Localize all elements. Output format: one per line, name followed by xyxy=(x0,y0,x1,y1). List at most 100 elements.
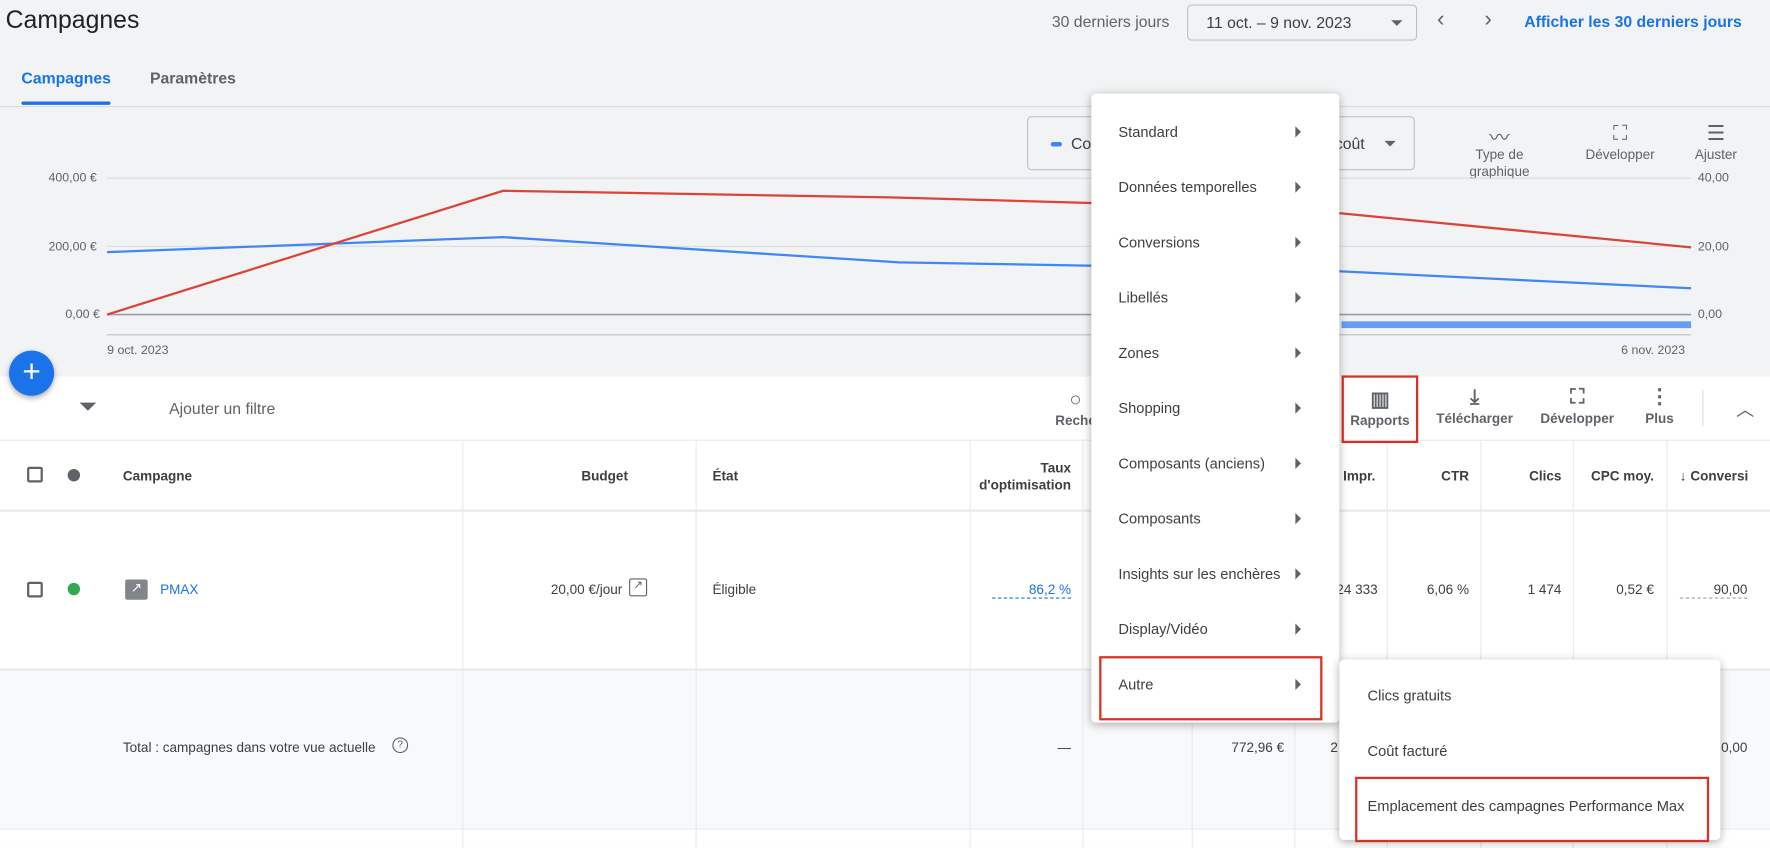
filter-icon[interactable]: ⏷ xyxy=(79,395,97,421)
optimization-score-link[interactable]: 86,2 % xyxy=(992,582,1072,599)
menu-item[interactable]: Composants (anciens) xyxy=(1091,434,1339,489)
bar-chart-icon: ▥ xyxy=(1370,387,1390,411)
clicks-value: 1 474 xyxy=(1527,581,1562,598)
submenu-arrow-icon xyxy=(1295,236,1302,249)
active-tab-indicator xyxy=(21,101,111,105)
submenu-arrow-icon xyxy=(1295,568,1302,580)
submenu-arrow-icon xyxy=(1295,402,1302,414)
submenu-item-label: Clics gratuits xyxy=(1367,687,1452,705)
y-right-tick: 20,00 xyxy=(1697,240,1729,254)
download-button[interactable]: ⤓ Télécharger xyxy=(1435,386,1514,427)
status-enabled-dot xyxy=(67,582,81,596)
y-left-tick: 400,00 € xyxy=(48,171,97,185)
chevron-right-icon[interactable]: › xyxy=(1475,7,1502,33)
tab-parametres[interactable]: Paramètres xyxy=(150,69,236,87)
col-optimization-line1: Taux xyxy=(1040,459,1072,476)
col-status[interactable]: État xyxy=(713,468,739,484)
col-conversions[interactable]: ↓ Conversi xyxy=(1680,468,1750,484)
more-button[interactable]: ⋮ Plus xyxy=(1637,386,1682,427)
row-checkbox[interactable] xyxy=(27,581,43,598)
total-impressions: 2 xyxy=(1330,739,1338,756)
budget-chart-icon[interactable]: ↗ xyxy=(629,578,648,597)
menu-item[interactable]: Composants xyxy=(1091,489,1339,544)
search-icon: ○ xyxy=(1069,387,1082,411)
col-optimization[interactable]: Taux d'optimisation xyxy=(958,460,1071,494)
download-icon: ⤓ xyxy=(1470,385,1480,409)
submenu-arrow-icon xyxy=(1295,678,1302,690)
expand-label: Développer xyxy=(1540,410,1615,427)
expand-button[interactable]: ⛶ Développer xyxy=(1538,386,1617,427)
menu-item-label: Données temporelles xyxy=(1118,178,1257,196)
fullscreen-icon: ⛶ xyxy=(1570,385,1585,409)
other-submenu: Clics gratuits Coût facturé Emplacement de… xyxy=(1339,659,1721,840)
submenu-item[interactable]: Clics gratuits xyxy=(1339,666,1720,721)
ctr-value: 6,06 % xyxy=(1426,581,1469,598)
menu-item-label: Libellés xyxy=(1118,289,1169,307)
submenu-arrow-icon xyxy=(1295,181,1302,193)
series-line-1 xyxy=(106,189,1692,316)
show-last-30-days-link[interactable]: Afficher les 30 derniers jours xyxy=(1524,12,1742,30)
column-divider xyxy=(969,440,971,848)
menu-item-label: Display/Vidéo xyxy=(1118,620,1208,638)
col-avg-cpc[interactable]: CPC moy. xyxy=(1575,468,1654,484)
col-campaign[interactable]: Campagne xyxy=(123,468,192,484)
menu-item[interactable]: Autre xyxy=(1091,655,1339,710)
help-icon[interactable]: ? xyxy=(392,737,409,754)
date-range-select[interactable]: 11 oct. – 9 nov. 2023 xyxy=(1187,4,1418,41)
add-filter-button[interactable]: Ajouter un filtre xyxy=(169,399,275,417)
collapse-icon[interactable]: ︿ xyxy=(1736,395,1754,422)
status-value: Éligible xyxy=(712,581,757,598)
submenu-item-label: Emplacement des campagnes Performance Ma… xyxy=(1367,797,1685,815)
col-clicks[interactable]: Clics xyxy=(1483,468,1561,484)
column-divider xyxy=(695,440,697,848)
col-optimization-line2: d'optimisation xyxy=(979,476,1072,493)
search-label: Reche xyxy=(1055,412,1096,429)
col-ctr[interactable]: CTR xyxy=(1390,468,1469,484)
search-button[interactable]: ○ Reche xyxy=(1055,388,1096,429)
menu-item-label: Shopping xyxy=(1118,399,1181,417)
campaign-name-link[interactable]: PMAX xyxy=(160,582,198,598)
x-tick: 9 oct. 2023 xyxy=(107,343,169,358)
submenu-item[interactable]: Coût facturé xyxy=(1339,722,1720,777)
submenu-item[interactable]: Emplacement des campagnes Performance Ma… xyxy=(1339,777,1720,832)
pmax-campaign-icon: ↗ xyxy=(125,579,148,600)
reports-button[interactable]: ▥ Rapports xyxy=(1341,375,1419,444)
total-cost: 772,96 € xyxy=(1231,739,1285,756)
caret-down-icon xyxy=(1391,20,1403,26)
submenu-arrow-icon xyxy=(1295,512,1302,525)
menu-item[interactable]: Standard xyxy=(1091,103,1339,158)
x-tick: 6 nov. 2023 xyxy=(1621,343,1686,358)
range-label: 30 derniers jours xyxy=(1051,12,1170,31)
submenu-arrow-icon xyxy=(1295,457,1302,469)
y-left-tick: 0,00 € xyxy=(65,307,100,322)
menu-item[interactable]: Libellés xyxy=(1091,268,1339,323)
status-header-icon xyxy=(67,468,81,482)
menu-item[interactable]: Insights sur les enchères xyxy=(1091,545,1339,600)
cpc-value: 0,52 € xyxy=(1616,581,1654,598)
series-line-0 xyxy=(107,235,1692,290)
google-ads-campaigns-page: Campagnes 30 derniers jours 11 oct. – 9 … xyxy=(0,0,1770,848)
y-right-tick: 40,00 xyxy=(1697,171,1729,185)
bar-mark xyxy=(1341,321,1692,329)
budget-value: 20,00 €/jour xyxy=(550,581,623,598)
menu-item-label: Composants (anciens) xyxy=(1118,454,1266,472)
menu-item[interactable]: Conversions xyxy=(1091,213,1339,268)
divider xyxy=(1702,390,1704,427)
reports-menu: Standard Données temporelles Conversions Li… xyxy=(1091,93,1340,723)
menu-item[interactable]: Zones xyxy=(1091,324,1339,379)
total-label: Total : campagnes dans votre vue actuell… xyxy=(122,739,376,756)
menu-item-label: Composants xyxy=(1118,510,1201,528)
menu-item-label: Autre xyxy=(1118,675,1154,693)
conversions-value[interactable]: 90,00 xyxy=(1679,582,1748,599)
select-all-checkbox[interactable] xyxy=(27,466,43,483)
divider xyxy=(0,439,1770,441)
create-button[interactable]: + xyxy=(9,350,55,396)
menu-item[interactable]: Données temporelles xyxy=(1091,158,1339,213)
menu-item[interactable]: Shopping xyxy=(1091,379,1339,434)
submenu-arrow-icon xyxy=(1295,291,1302,304)
chevron-left-icon[interactable]: ‹ xyxy=(1427,7,1454,33)
submenu-item-label: Coût facturé xyxy=(1367,742,1448,760)
tab-campagnes[interactable]: Campagnes xyxy=(21,69,110,87)
col-budget[interactable]: Budget xyxy=(515,468,628,484)
menu-item[interactable]: Display/Vidéo xyxy=(1091,600,1339,655)
